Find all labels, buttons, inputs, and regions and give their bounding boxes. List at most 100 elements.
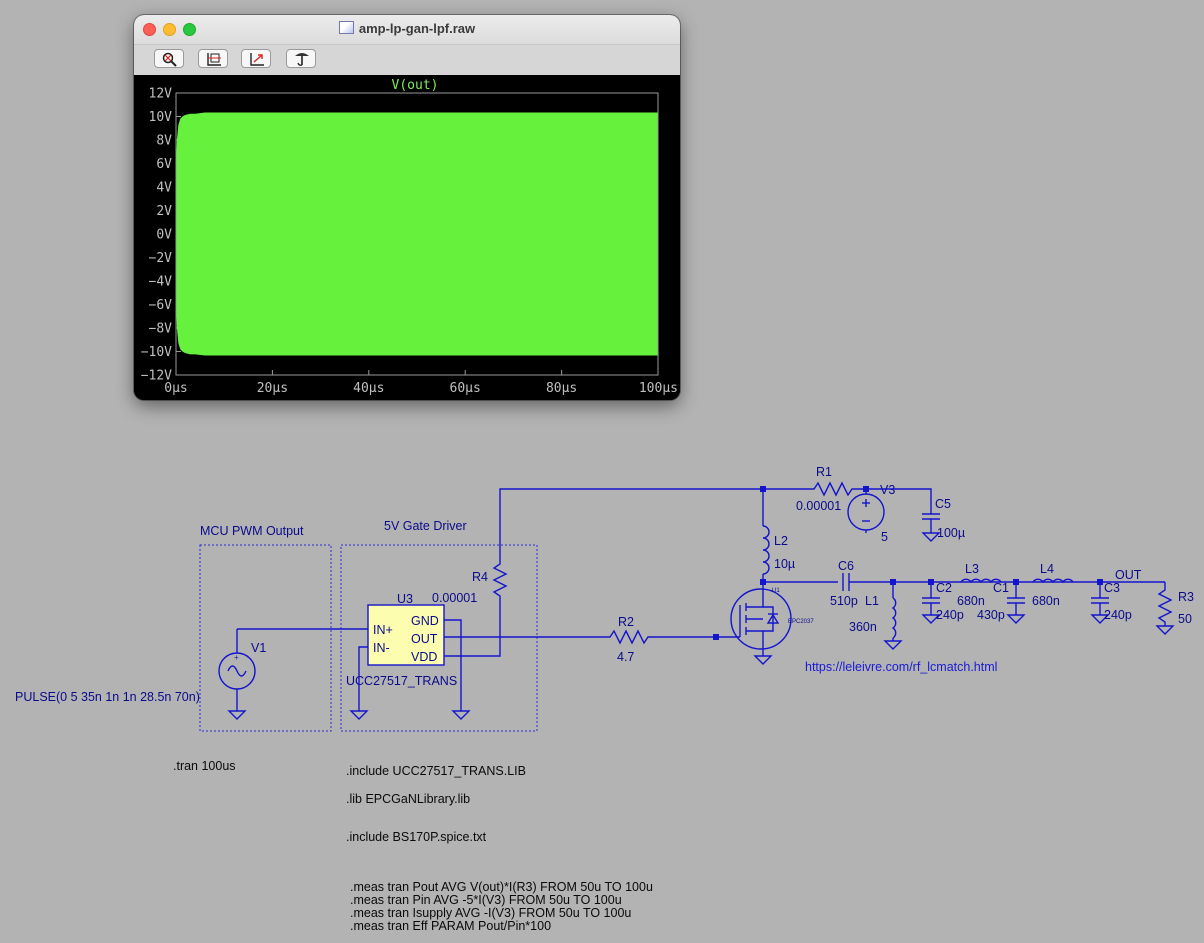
zoom-icon [162, 52, 177, 67]
ground-icon [753, 655, 773, 665]
l2-inductor[interactable] [762, 525, 770, 575]
r2-resistor[interactable] [606, 629, 654, 645]
u3-name: U3 [397, 592, 413, 606]
include-ucc-directive[interactable]: .include UCC27517_TRANS.LIB [346, 764, 526, 778]
u3-pin-out: OUT [411, 632, 438, 646]
x-tick-label: 40µs [353, 381, 384, 396]
probe-icon [295, 53, 309, 66]
driver-group-label: 5V Gate Driver [384, 519, 467, 533]
rf-lcmatch-link[interactable]: https://leleivre.com/rf_lcmatch.html [805, 660, 997, 674]
l4-value: 680n [1032, 594, 1060, 608]
l1-inductor[interactable] [891, 597, 897, 639]
trace-vout[interactable] [175, 112, 659, 356]
u3-pin-vdd: VDD [411, 650, 437, 664]
l1-value: 360n [849, 620, 877, 634]
lib-epc-directive[interactable]: .lib EPCGaNLibrary.lib [346, 792, 470, 806]
c2-value: 240p [936, 608, 964, 622]
ground-icon [1155, 625, 1175, 635]
u3-pin-gnd: GND [411, 614, 439, 628]
pan-button[interactable] [241, 49, 271, 68]
r3-name: R3 [1178, 590, 1194, 604]
ground-icon [1006, 614, 1026, 624]
mcu-group-label: MCU PWM Output [200, 524, 304, 538]
l3-name: L3 [965, 562, 979, 576]
r3-resistor[interactable] [1157, 582, 1173, 626]
c6-value: 510p [830, 594, 858, 608]
r3-value: 50 [1178, 612, 1192, 626]
c6-capacitor[interactable] [842, 573, 850, 591]
r1-value: 0.00001 [796, 499, 841, 513]
u1-model: EPC2037 [788, 619, 814, 625]
l3-value: 680n [957, 594, 985, 608]
x-tick-label: 20µs [257, 381, 288, 396]
ground-icon [883, 640, 903, 650]
y-tick-label: 6V [156, 157, 172, 172]
r4-value: 0.00001 [432, 591, 477, 605]
c3-value: 240p [1104, 608, 1132, 622]
mcu-group-box[interactable] [199, 544, 332, 732]
y-tick-label: −2V [149, 251, 173, 266]
u1-gan-fet[interactable] [716, 588, 792, 656]
y-tick-label: −8V [149, 322, 173, 337]
r2-value: 4.7 [617, 650, 634, 664]
r1-resistor[interactable] [810, 481, 866, 497]
l2-name: L2 [774, 534, 788, 548]
u3-model: UCC27517_TRANS [346, 674, 457, 688]
meas-pin-directive[interactable]: .meas tran Pin AVG -5*I(V3) FROM 50u TO … [350, 893, 622, 907]
c6-name: C6 [838, 559, 854, 573]
ground-icon [349, 710, 369, 720]
v1-name: V1 [251, 641, 266, 655]
waveform-file-icon [338, 21, 354, 34]
v1-source[interactable]: + [218, 629, 256, 720]
plot-toolbar [134, 45, 680, 75]
y-tick-label: 4V [156, 181, 172, 196]
svg-text:+: + [234, 653, 239, 662]
y-tick-label: 8V [156, 134, 172, 149]
y-tick-label: −6V [149, 298, 173, 313]
c5-name: C5 [935, 497, 951, 511]
ground-icon [451, 710, 471, 720]
v1-value: PULSE(0 5 35n 1n 1n 28.5n 70n) [15, 690, 200, 704]
tran-directive[interactable]: .tran 100us [173, 759, 236, 773]
x-tick-label: 80µs [546, 381, 577, 396]
c1-value: 430p [977, 608, 1005, 622]
meas-isupply-directive[interactable]: .meas tran Isupply AVG -I(V3) FROM 50u T… [350, 906, 631, 920]
r2-name: R2 [618, 615, 634, 629]
c3-name: C3 [1104, 581, 1120, 595]
x-tick-label: 100µs [639, 381, 678, 396]
y-tick-label: 12V [149, 87, 173, 102]
y-tick-label: 10V [149, 110, 173, 125]
out-net-label: OUT [1115, 568, 1142, 582]
y-tick-label: −4V [149, 275, 173, 290]
autorange-icon [207, 53, 221, 66]
l2-value: 10µ [774, 557, 795, 571]
window-title: amp-lp-gan-lpf.raw [134, 21, 680, 36]
y-tick-label: 2V [156, 204, 172, 219]
autorange-button[interactable] [198, 49, 228, 68]
u3-pin-inp: IN+ [373, 623, 393, 637]
c2-name: C2 [936, 581, 952, 595]
y-tick-label: −10V [141, 345, 172, 360]
c1-capacitor[interactable] [1007, 582, 1025, 615]
meas-pout-directive[interactable]: .meas tran Pout AVG V(out)*I(R3) FROM 50… [350, 880, 653, 894]
waveform-plot[interactable]: V(out) 12V10V8V6V4V2V0V−2V−4V−6V−8V−10V−… [134, 75, 680, 400]
x-tick-label: 0µs [164, 381, 187, 396]
l4-name: L4 [1040, 562, 1054, 576]
probe-button[interactable] [286, 49, 316, 68]
x-tick-label: 60µs [450, 381, 481, 396]
pan-icon [250, 53, 264, 66]
v3-name: V3 [880, 483, 895, 497]
trace-title-vout[interactable]: V(out) [392, 78, 439, 93]
r4-name: R4 [472, 570, 488, 584]
u1-name: U1 [772, 588, 780, 594]
window-titlebar[interactable]: amp-lp-gan-lpf.raw [134, 15, 680, 45]
zoom-button[interactable] [154, 49, 184, 68]
l1-name: L1 [865, 594, 879, 608]
meas-eff-directive[interactable]: .meas tran Eff PARAM Pout/Pin*100 [350, 919, 551, 933]
c1-name: C1 [993, 581, 1009, 595]
include-bs170-directive[interactable]: .include BS170P.spice.txt [346, 830, 487, 844]
waveform-viewer-window[interactable]: amp-lp-gan-lpf.raw V(out) 12V 10V 8V 6V 4V 2V… [134, 15, 680, 400]
r1-name: R1 [816, 465, 832, 479]
v3-source[interactable] [847, 489, 885, 533]
r4-resistor[interactable] [492, 560, 508, 600]
